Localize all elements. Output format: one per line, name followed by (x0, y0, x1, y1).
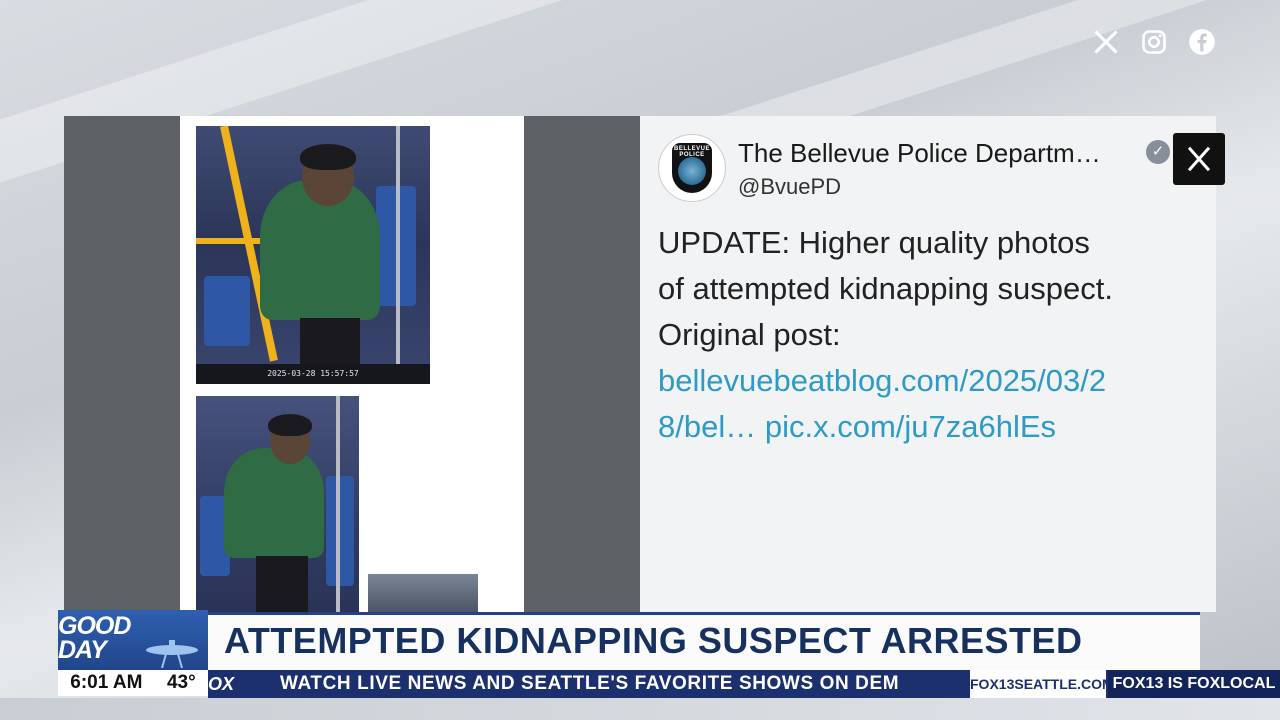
account-name[interactable]: The Bellevue Police Departm… (738, 138, 1101, 169)
bottom-strip (0, 698, 1280, 720)
tweet-link[interactable]: bellevuebeatblog.com/2025/03/2 (658, 358, 1203, 404)
tweet-text: UPDATE: Higher quality photos of attempt… (658, 220, 1203, 450)
suspect-hair (300, 144, 356, 170)
tweet-embed[interactable]: BELLEVUE POLICE The Bellevue Police Depa… (640, 116, 1216, 612)
tweet-link[interactable]: 8/bel… (658, 409, 756, 444)
headline-bar: ATTEMPTED KIDNAPPING SUSPECT ARRESTED (208, 612, 1200, 671)
ticker-promo: FOX13 IS FOXLOCAL (1108, 670, 1280, 698)
x-logo-icon (1090, 26, 1122, 58)
suspect-photo-1[interactable]: 2025-03-28 15:57:57 (196, 126, 430, 384)
tweet-media-link[interactable]: pic.x.com/ju7za6hlEs (765, 409, 1056, 444)
bus-seat (204, 276, 250, 346)
ticker-website: FOX13SEATTLE.COM (970, 670, 1114, 698)
clock-time: 6:01 AM (70, 672, 143, 693)
ticker-brand: OX (208, 674, 235, 694)
bus-rail (336, 396, 340, 612)
facebook-icon (1186, 26, 1218, 58)
story-card: 2025-03-28 15:57:57 BELLEVUE POLICE The … (64, 116, 1216, 612)
account-avatar[interactable]: BELLEVUE POLICE (658, 134, 726, 202)
suspect-photo-2[interactable] (196, 396, 359, 612)
space-needle-icon (146, 640, 198, 668)
logo-text: GOOD DAY (58, 612, 131, 664)
suspect-photo-3[interactable] (368, 574, 478, 612)
card-divider-panel (524, 116, 640, 612)
tweet-text-line: of attempted kidnapping suspect. (658, 271, 1113, 306)
good-day-logo: GOOD DAY (58, 610, 208, 670)
verified-badge-icon: ✓ (1146, 140, 1170, 164)
account-handle[interactable]: @BvuePD (738, 174, 841, 200)
suspect-figure (224, 448, 324, 558)
camera-timestamp: 2025-03-28 15:57:57 (196, 364, 430, 384)
temperature: 43° (166, 672, 196, 693)
police-badge-icon: BELLEVUE POLICE (672, 143, 712, 193)
suspect-photo-panel: 2025-03-28 15:57:57 (180, 116, 524, 612)
tweet-text-line: UPDATE: Higher quality photos (658, 225, 1090, 260)
bus-seat (326, 476, 354, 586)
time-temperature-box: 6:01 AM 43° (58, 670, 208, 696)
instagram-icon (1138, 26, 1170, 58)
bus-rail (396, 126, 400, 366)
news-ticker: OX WATCH LIVE NEWS AND SEATTLE'S FAVORIT… (208, 670, 1280, 698)
suspect-hair (268, 414, 312, 436)
suspect-legs (300, 318, 360, 366)
card-side-panel (64, 116, 180, 612)
suspect-legs (256, 556, 308, 612)
headline-text: ATTEMPTED KIDNAPPING SUSPECT ARRESTED (224, 620, 1083, 661)
x-logo-icon (1173, 133, 1225, 185)
ticker-text: WATCH LIVE NEWS AND SEATTLE'S FAVORITE S… (280, 673, 900, 694)
tweet-text-line: Original post: (658, 317, 841, 352)
social-icons (1090, 26, 1218, 58)
